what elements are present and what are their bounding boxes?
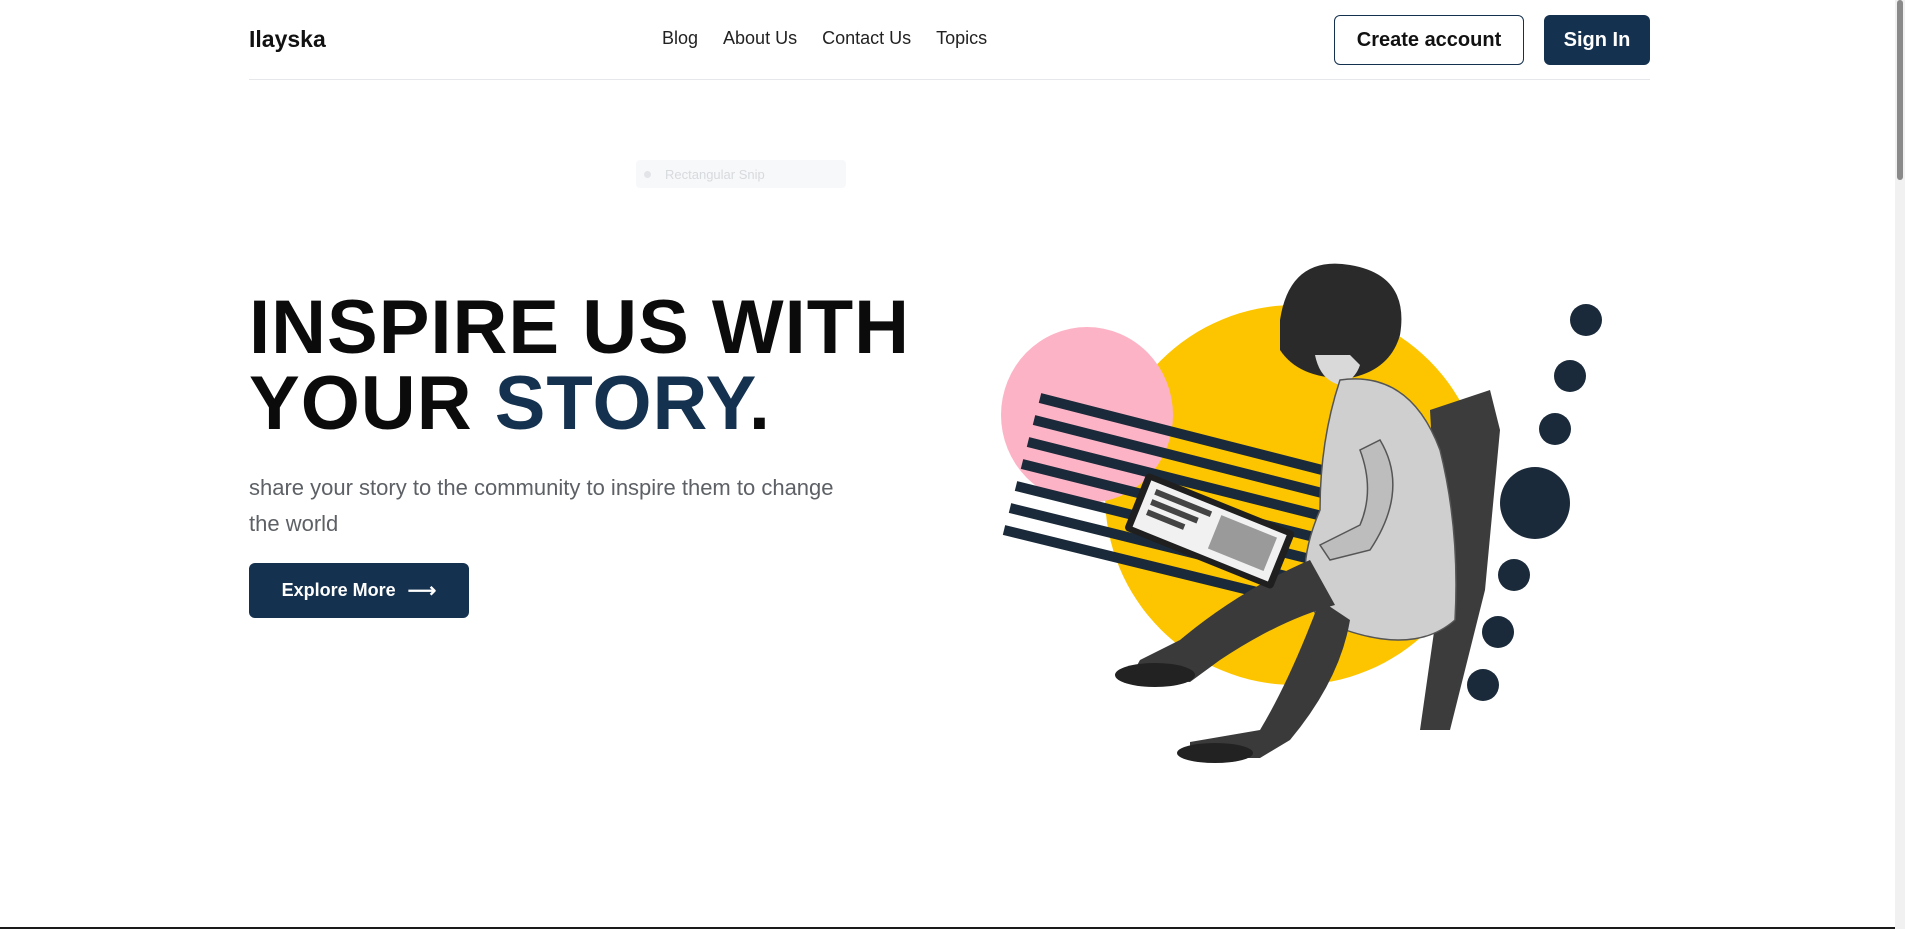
nav-link-about-us[interactable]: About Us xyxy=(723,28,797,49)
explore-more-button[interactable]: Explore More ⟶ xyxy=(249,563,469,618)
site-header: Ilayska Blog About Us Contact Us Topics … xyxy=(249,0,1650,80)
hero-title-period: . xyxy=(748,361,772,446)
hero-title-line1: INSPIRE US WITH xyxy=(249,285,911,370)
hero-title-accent: STORY xyxy=(494,361,749,446)
site-logo[interactable]: Ilayska xyxy=(249,26,326,53)
sign-in-button[interactable]: Sign In xyxy=(1544,15,1650,65)
scrollbar-thumb[interactable] xyxy=(1897,0,1903,180)
hero-illustration xyxy=(1001,263,1602,763)
snip-label: Rectangular Snip xyxy=(665,166,765,182)
main-nav: Blog About Us Contact Us Topics xyxy=(662,28,987,49)
create-account-button[interactable]: Create account xyxy=(1334,15,1524,65)
nav-link-blog[interactable]: Blog xyxy=(662,28,698,49)
arrow-right-icon: ⟶ xyxy=(407,580,437,602)
nav-link-contact-us[interactable]: Contact Us xyxy=(822,28,911,49)
nav-link-topics[interactable]: Topics xyxy=(936,28,987,49)
page-scrollbar[interactable] xyxy=(1895,0,1905,929)
hero-title-line2-prefix: YOUR xyxy=(249,361,495,446)
hero-subtitle: share your story to the community to ins… xyxy=(249,475,834,536)
hero-title: INSPIRE US WITH YOUR STORY. xyxy=(249,290,949,442)
snip-dot-icon xyxy=(644,170,651,178)
explore-more-label: Explore More xyxy=(281,580,396,600)
snip-tool-ghost: Rectangular Snip xyxy=(636,160,846,188)
